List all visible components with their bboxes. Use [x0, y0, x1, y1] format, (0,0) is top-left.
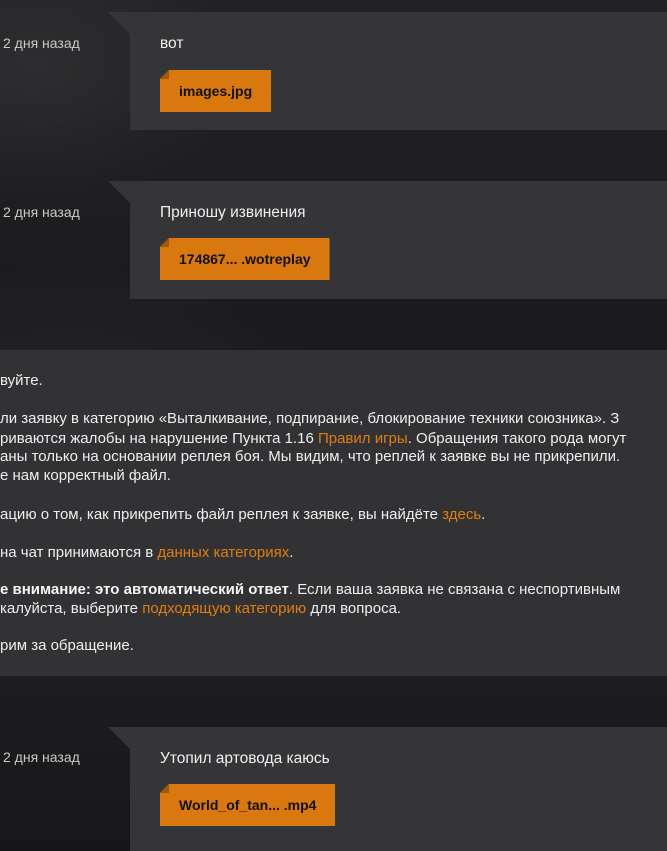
- support-text: риваются жалобы на нарушение Пункта 1.16: [0, 430, 318, 447]
- user-message: вот images.jpg: [108, 12, 667, 130]
- support-text-line: е внимание: это автоматический ответ. Ес…: [0, 581, 620, 598]
- message-text: Утопил артовода каюсь: [160, 750, 330, 767]
- support-text: калуйста, выберите: [0, 600, 143, 617]
- support-closing: рим за обращение.: [0, 637, 134, 654]
- support-text-line: на чат принимаются в данных категориях.: [0, 544, 293, 561]
- support-text: на чат принимаются в: [0, 544, 158, 561]
- attachment-filename: images.jpg: [179, 83, 253, 99]
- message-timestamp: 2 дня назад: [3, 204, 80, 220]
- message-timestamp: 2 дня назад: [3, 35, 80, 51]
- support-text-line: аны только на основании реплея боя. Мы в…: [0, 448, 621, 465]
- message-text: вот: [160, 35, 184, 52]
- here-link[interactable]: здесь: [442, 506, 481, 523]
- file-corner-icon: [160, 238, 169, 247]
- support-text: для вопроса.: [306, 600, 402, 617]
- auto-reply-notice: е внимание: это автоматический ответ: [0, 581, 289, 598]
- attachment-file[interactable]: images.jpg: [160, 70, 272, 112]
- categories-link[interactable]: данных категориях: [157, 544, 289, 561]
- support-text-line: ацию о том, как прикрепить файл реплея к…: [0, 506, 485, 523]
- support-text-line: е нам корректный файл.: [0, 467, 171, 484]
- game-rules-link[interactable]: Правил игры: [318, 430, 408, 447]
- support-text-line: риваются жалобы на нарушение Пункта 1.16…: [0, 430, 626, 447]
- attachment-filename: 174867... .wotreplay: [179, 251, 311, 267]
- attachment-file[interactable]: World_of_tan... .mp4: [160, 784, 336, 826]
- support-text: .: [481, 506, 486, 523]
- attachment-filename: World_of_tan... .mp4: [179, 797, 317, 813]
- support-text-line: ли заявку в категорию «Выталкивание, под…: [0, 410, 620, 427]
- file-corner-icon: [160, 70, 169, 79]
- support-text: . Обращения такого рода могут: [407, 430, 627, 447]
- message-timestamp: 2 дня назад: [3, 749, 80, 765]
- user-message: Приношу извинения 174867... .wotreplay: [108, 181, 667, 299]
- message-text: Приношу извинения: [160, 204, 306, 221]
- user-message: Утопил артовода каюсь World_of_tan... .m…: [108, 727, 667, 851]
- support-text: .: [289, 544, 294, 561]
- suitable-category-link[interactable]: подходящую категорию: [142, 600, 306, 617]
- attachment-file[interactable]: 174867... .wotreplay: [160, 238, 330, 280]
- support-text-line: калуйста, выберите подходящую категорию …: [0, 600, 401, 617]
- support-text: . Если ваша заявка не связана с неспорти…: [288, 581, 621, 598]
- file-corner-icon: [160, 784, 169, 793]
- support-reply: вуйте. ли заявку в категорию «Выталкиван…: [0, 350, 667, 676]
- support-greeting: вуйте.: [0, 372, 43, 389]
- support-text: ацию о том, как прикрепить файл реплея к…: [0, 506, 443, 523]
